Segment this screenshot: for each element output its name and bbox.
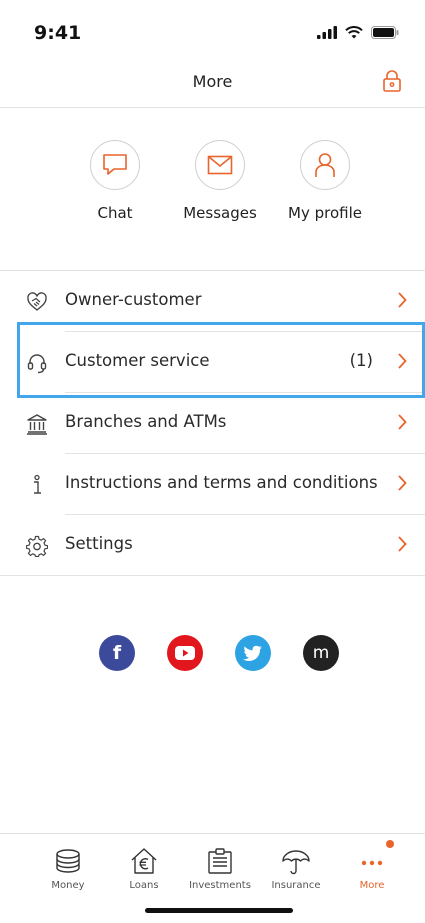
quick-actions: Chat Messages My profile bbox=[0, 140, 425, 250]
chat-icon bbox=[90, 140, 140, 190]
chevron-right-icon bbox=[398, 292, 407, 308]
status-bar: 9:41 bbox=[0, 0, 425, 60]
tab-label: Investments bbox=[189, 880, 251, 891]
menu-item-badge: (1) bbox=[349, 351, 373, 370]
youtube-icon bbox=[175, 646, 195, 660]
menu-item-owner-customer[interactable]: Owner-customer bbox=[0, 271, 425, 332]
menu-item-label: Instructions and terms and conditions bbox=[65, 473, 378, 492]
chevron-right-icon bbox=[398, 353, 407, 369]
tab-investments[interactable]: Investments bbox=[184, 844, 256, 891]
chevron-right-icon bbox=[398, 536, 407, 552]
lock-icon bbox=[383, 70, 401, 92]
chat-button[interactable]: Chat bbox=[60, 140, 170, 222]
menu-item-customer-service[interactable]: Customer service (1) bbox=[0, 332, 425, 393]
facebook-icon: f bbox=[112, 642, 122, 664]
chevron-right-icon bbox=[398, 414, 407, 430]
signal-icon bbox=[317, 26, 337, 39]
messages-button[interactable]: Messages bbox=[165, 140, 275, 222]
twitter-icon bbox=[243, 645, 262, 661]
headset-icon bbox=[27, 354, 47, 374]
bank-building-icon bbox=[27, 414, 47, 435]
handshake-icon bbox=[27, 292, 47, 311]
menu-item-label: Settings bbox=[65, 534, 133, 553]
umbrella-icon bbox=[282, 850, 310, 875]
tab-more[interactable]: More bbox=[336, 840, 408, 891]
facebook-button[interactable]: f bbox=[99, 635, 135, 671]
document-icon bbox=[208, 848, 232, 874]
medium-button[interactable]: m bbox=[303, 635, 339, 671]
youtube-button[interactable] bbox=[167, 635, 203, 671]
battery-icon bbox=[371, 26, 399, 39]
info-icon bbox=[34, 474, 41, 494]
tab-label: More bbox=[359, 880, 385, 891]
menu-item-label: Owner-customer bbox=[65, 290, 202, 309]
my-profile-label: My profile bbox=[288, 204, 362, 222]
tab-loans[interactable]: Loans bbox=[108, 844, 180, 891]
home-indicator bbox=[145, 908, 293, 913]
chat-label: Chat bbox=[97, 204, 133, 222]
medium-icon: m bbox=[312, 643, 330, 663]
more-dots-icon bbox=[361, 860, 383, 866]
tab-insurance[interactable]: Insurance bbox=[260, 844, 332, 891]
separator bbox=[0, 575, 425, 576]
social-links: f m bbox=[0, 635, 425, 675]
menu-item-branches-and-atms[interactable]: Branches and ATMs bbox=[0, 393, 425, 454]
tab-label: Insurance bbox=[271, 880, 321, 891]
chevron-right-icon bbox=[398, 475, 407, 491]
twitter-button[interactable] bbox=[235, 635, 271, 671]
my-profile-button[interactable]: My profile bbox=[270, 140, 380, 222]
wifi-icon bbox=[345, 26, 363, 39]
lock-button[interactable] bbox=[383, 70, 401, 96]
status-time: 9:41 bbox=[34, 22, 82, 44]
gear-icon bbox=[26, 535, 48, 557]
envelope-icon bbox=[195, 140, 245, 190]
coins-icon bbox=[56, 849, 80, 873]
tab-label: Money bbox=[51, 880, 85, 891]
tab-money[interactable]: Money bbox=[32, 844, 104, 891]
menu-item-label: Branches and ATMs bbox=[65, 412, 227, 431]
menu-item-settings[interactable]: Settings bbox=[0, 515, 425, 576]
messages-label: Messages bbox=[183, 204, 257, 222]
house-euro-icon bbox=[131, 848, 157, 874]
menu-list: Owner-customer Customer service (1) Bran… bbox=[0, 270, 425, 576]
menu-item-instructions-terms[interactable]: Instructions and terms and conditions bbox=[0, 454, 425, 515]
header: More bbox=[0, 60, 425, 108]
status-icons bbox=[317, 26, 399, 39]
tab-label: Loans bbox=[129, 880, 159, 891]
page-title: More bbox=[192, 72, 233, 91]
notification-dot bbox=[386, 840, 394, 848]
menu-item-label: Customer service bbox=[65, 351, 210, 370]
person-icon bbox=[300, 140, 350, 190]
